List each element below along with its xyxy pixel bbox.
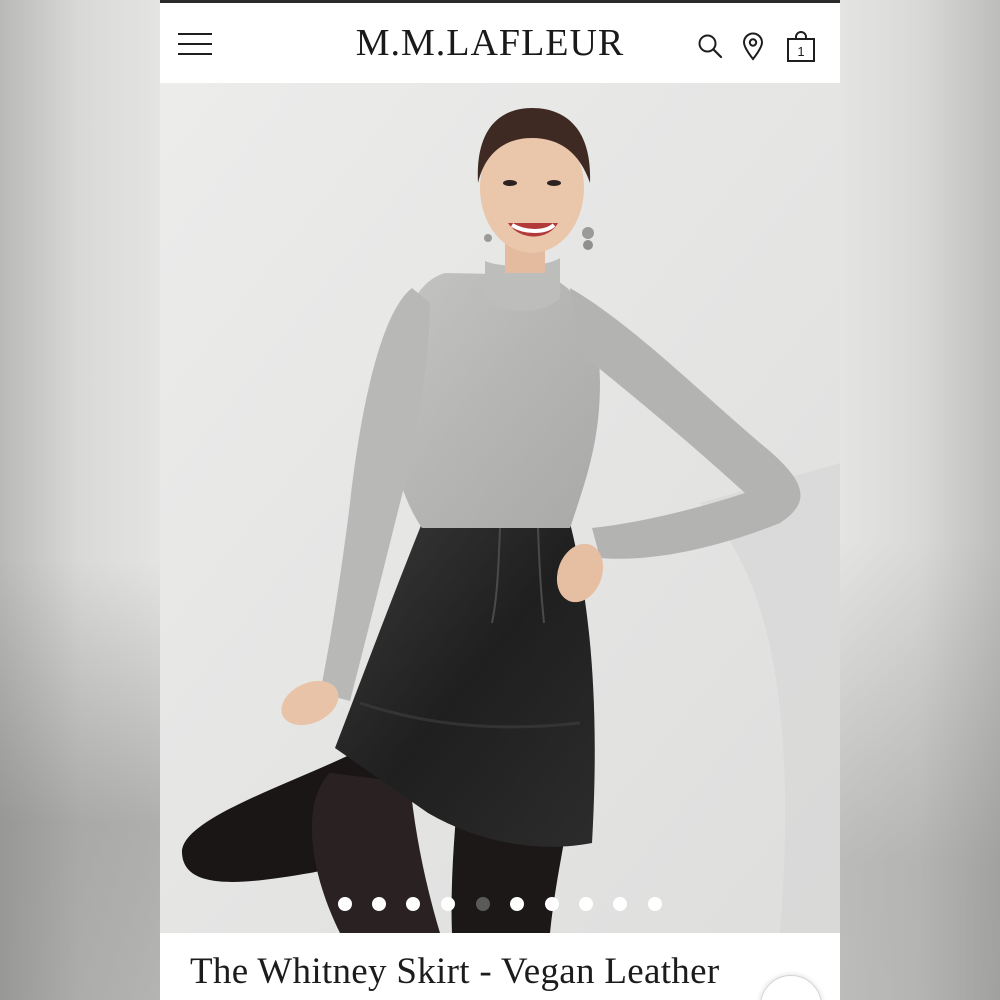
background-shadow-right <box>840 540 1000 1000</box>
carousel-dot[interactable] <box>406 897 420 911</box>
carousel-indicators <box>160 895 840 915</box>
site-header: M.M.LAFLEUR 1 <box>160 3 840 83</box>
carousel-dot[interactable] <box>372 897 386 911</box>
carousel-dot[interactable] <box>613 897 627 911</box>
brand-logo[interactable]: M.M.LAFLEUR <box>330 21 650 65</box>
carousel-dot[interactable] <box>441 897 455 911</box>
carousel-dot[interactable] <box>545 897 559 911</box>
shopping-bag-icon[interactable]: 1 <box>784 31 818 62</box>
carousel-dot[interactable] <box>510 897 524 911</box>
mobile-page: M.M.LAFLEUR 1 The Whitney Skirt - Vegan … <box>160 0 840 1000</box>
bag-count: 1 <box>797 44 804 59</box>
background-shadow-left <box>0 560 160 1000</box>
product-title: The Whitney Skirt - Vegan Leather <box>190 951 720 992</box>
carousel-dot-active[interactable] <box>476 897 490 911</box>
carousel-dot[interactable] <box>648 897 662 911</box>
product-photo <box>160 83 840 933</box>
search-icon[interactable] <box>695 31 725 61</box>
carousel-dot[interactable] <box>579 897 593 911</box>
carousel-dot[interactable] <box>338 897 352 911</box>
hamburger-menu-icon[interactable] <box>178 31 214 57</box>
location-pin-icon[interactable] <box>738 31 768 61</box>
product-image-carousel[interactable] <box>160 83 840 933</box>
